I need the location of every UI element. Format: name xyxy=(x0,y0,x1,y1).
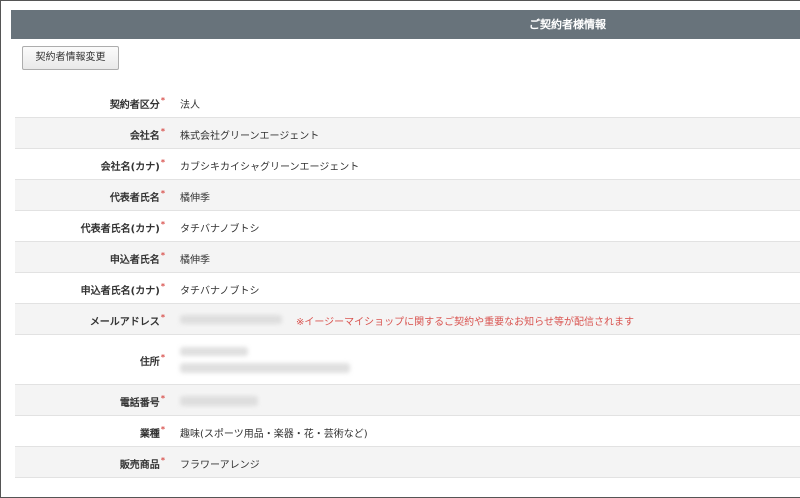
row-representative-name: 代表者氏名* 橘伸季 xyxy=(15,180,800,211)
row-applicant-name: 申込者氏名* 橘伸季 xyxy=(15,242,800,273)
row-contractor-type: 契約者区分* 法人 xyxy=(15,87,800,118)
contract-info-table: 契約者区分* 法人 会社名* 株式会社グリーンエージェント 会社名(カナ)* カ… xyxy=(15,87,800,478)
field-label: 契約者区分* xyxy=(109,96,165,111)
required-mark: * xyxy=(160,96,165,105)
row-industry: 業種* 趣味(スポーツ用品・楽器・花・芸術など) xyxy=(15,416,800,447)
required-mark: * xyxy=(160,456,165,465)
required-mark: * xyxy=(160,127,165,136)
field-label: 業種* xyxy=(139,425,165,440)
field-value: カブシキカイシャグリーンエージェント xyxy=(180,162,360,173)
field-value: 法人 xyxy=(180,100,200,111)
field-label: 会社名* xyxy=(129,127,165,142)
field-label: メールアドレス* xyxy=(89,313,165,328)
field-value: フラワーアレンジ xyxy=(180,460,260,471)
field-label: 販売商品* xyxy=(119,456,165,471)
field-label: 申込者氏名(カナ)* xyxy=(80,282,165,297)
redacted-postal-code xyxy=(180,347,248,356)
row-products: 販売商品* フラワーアレンジ xyxy=(15,447,800,478)
field-value: タチバナノブトシ xyxy=(180,224,260,235)
row-address: 住所* xyxy=(15,335,800,385)
field-value: 橘伸季 xyxy=(180,255,210,266)
field-label: 電話番号* xyxy=(119,394,165,409)
row-email: メールアドレス* ※イージーマイショップに関するご契約や重要なお知らせ等が配信さ… xyxy=(15,304,800,335)
required-mark: * xyxy=(160,220,165,229)
required-mark: * xyxy=(160,425,165,434)
required-mark: * xyxy=(160,282,165,291)
required-mark: * xyxy=(160,251,165,260)
field-value: タチバナノブトシ xyxy=(180,286,260,297)
redacted-phone xyxy=(180,396,258,406)
field-label: 代表者氏名(カナ)* xyxy=(80,220,165,235)
field-label: 住所* xyxy=(139,353,165,368)
field-value: 株式会社グリーンエージェント xyxy=(180,131,320,142)
required-mark: * xyxy=(160,189,165,198)
field-value: 橘伸季 xyxy=(180,193,210,204)
redacted-address xyxy=(180,363,350,373)
row-company-name-kana: 会社名(カナ)* カブシキカイシャグリーンエージェント xyxy=(15,149,800,180)
row-representative-name-kana: 代表者氏名(カナ)* タチバナノブトシ xyxy=(15,211,800,242)
section-header: ご契約者様情報 xyxy=(11,10,800,39)
required-mark: * xyxy=(160,313,165,322)
field-label: 申込者氏名* xyxy=(109,251,165,266)
field-value: 趣味(スポーツ用品・楽器・花・芸術など) xyxy=(180,429,368,440)
change-contract-info-button[interactable]: 契約者情報変更 xyxy=(22,46,119,70)
email-notice: ※イージーマイショップに関するご契約や重要なお知らせ等が配信されます xyxy=(296,317,634,328)
required-mark: * xyxy=(160,394,165,403)
required-mark: * xyxy=(160,158,165,167)
row-phone: 電話番号* xyxy=(15,385,800,416)
section-title: ご契約者様情報 xyxy=(529,18,606,31)
required-mark: * xyxy=(160,353,165,362)
field-label: 代表者氏名* xyxy=(109,189,165,204)
redacted-email xyxy=(180,315,282,324)
field-label: 会社名(カナ)* xyxy=(100,158,165,173)
row-company-name: 会社名* 株式会社グリーンエージェント xyxy=(15,118,800,149)
row-applicant-name-kana: 申込者氏名(カナ)* タチバナノブトシ xyxy=(15,273,800,304)
